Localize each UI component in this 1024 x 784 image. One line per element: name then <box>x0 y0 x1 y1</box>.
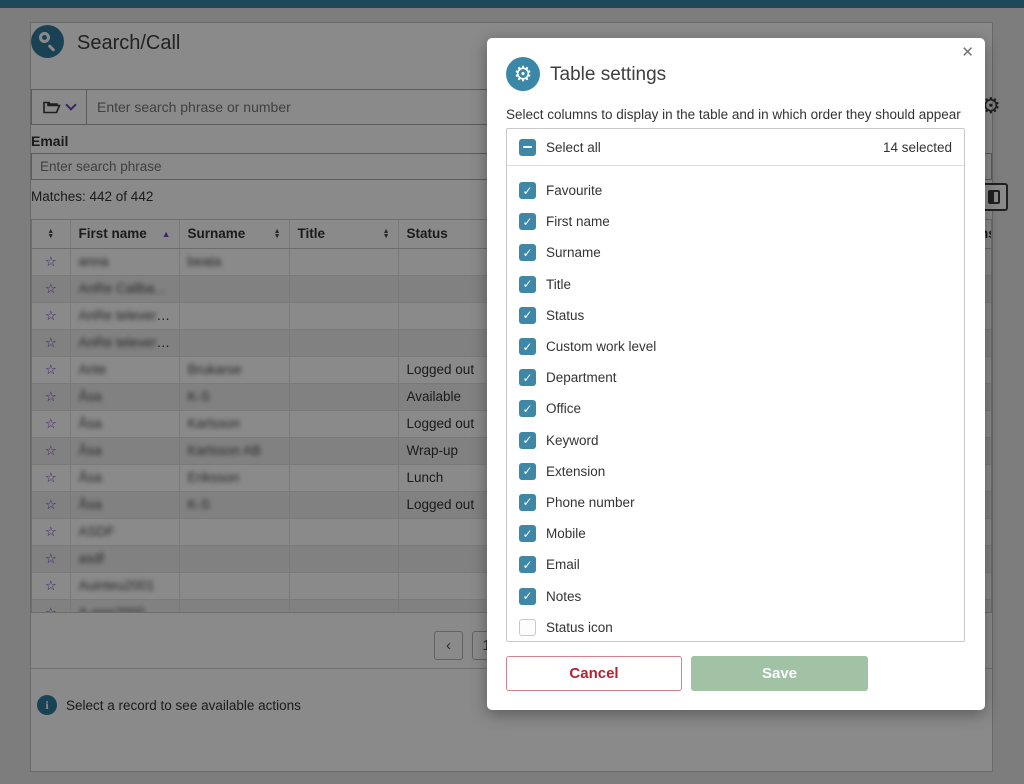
checked-checkbox[interactable]: ✓ <box>519 431 536 449</box>
checked-checkbox[interactable]: ✓ <box>519 275 536 293</box>
column-option-label: Keyword <box>546 432 599 448</box>
column-option-surname[interactable]: ✓ Surname <box>507 237 964 268</box>
checked-checkbox[interactable]: ✓ <box>519 556 536 574</box>
checked-checkbox[interactable]: ✓ <box>519 369 536 387</box>
column-option-label: Phone number <box>546 494 635 510</box>
column-option-status[interactable]: ✓ Status <box>507 300 964 331</box>
column-option-office[interactable]: ✓ Office <box>507 393 964 424</box>
modal-subtitle: Select columns to display in the table a… <box>506 107 961 122</box>
table-settings-modal: ✕ ⚙ Table settings Select columns to dis… <box>487 38 985 710</box>
column-option-keyword[interactable]: ✓ Keyword <box>507 425 964 456</box>
column-option-label: Title <box>546 276 572 292</box>
column-option-label: Status <box>546 307 585 323</box>
select-all-label: Select all <box>546 139 601 155</box>
column-option-label: Office <box>546 401 582 417</box>
column-option-email[interactable]: ✓ Email <box>507 549 964 580</box>
column-option-label: Favourite <box>546 183 603 199</box>
column-option-department[interactable]: ✓ Department <box>507 362 964 393</box>
column-option-mobile[interactable]: ✓ Mobile <box>507 518 964 549</box>
column-list: Select all 14 selected ✓ Favourite ✓ First … <box>506 128 965 642</box>
checked-checkbox[interactable]: ✓ <box>519 400 536 418</box>
checked-checkbox[interactable]: ✓ <box>519 462 536 480</box>
checked-checkbox[interactable]: ✓ <box>519 213 536 231</box>
checked-checkbox[interactable]: ✓ <box>519 182 536 200</box>
gear-icon: ⚙ <box>506 57 540 91</box>
modal-title: Table settings <box>550 64 667 85</box>
checked-checkbox[interactable]: ✓ <box>519 493 536 511</box>
checked-checkbox[interactable]: ✓ <box>519 525 536 543</box>
column-option-label: Surname <box>546 245 601 261</box>
column-option-extension[interactable]: ✓ Extension <box>507 456 964 487</box>
column-option-status-icon[interactable]: Status icon <box>507 612 964 641</box>
indeterminate-mark <box>523 145 532 149</box>
column-option-notes[interactable]: ✓ Notes <box>507 580 964 611</box>
column-option-label: Custom work level <box>546 339 657 355</box>
column-option-label: Status icon <box>546 619 613 635</box>
selected-count: 14 selected <box>882 139 952 155</box>
column-option-custom-work-level[interactable]: ✓ Custom work level <box>507 331 964 362</box>
cancel-button[interactable]: Cancel <box>506 656 682 691</box>
checked-checkbox[interactable]: ✓ <box>519 244 536 262</box>
modal-buttons: Cancel Save <box>506 656 868 691</box>
column-option-first-name[interactable]: ✓ First name <box>507 206 964 237</box>
save-button[interactable]: Save <box>691 656 868 691</box>
select-all-row[interactable]: Select all 14 selected <box>507 129 964 166</box>
column-option-label: Email <box>546 557 580 573</box>
close-icon[interactable]: ✕ <box>961 43 974 61</box>
column-option-label: Extension <box>546 463 606 479</box>
column-option-label: First name <box>546 214 610 230</box>
column-option-phone-number[interactable]: ✓ Phone number <box>507 487 964 518</box>
select-all-checkbox[interactable] <box>519 138 536 156</box>
column-option-favourite[interactable]: ✓ Favourite <box>507 175 964 206</box>
column-option-label: Mobile <box>546 526 586 542</box>
checked-checkbox[interactable]: ✓ <box>519 587 536 605</box>
screen: Search/Call ⚙ Email Matches: 442 of 442 … <box>0 0 1024 784</box>
checked-checkbox[interactable]: ✓ <box>519 306 536 324</box>
checked-checkbox[interactable]: ✓ <box>519 338 536 356</box>
column-option-label: Department <box>546 370 617 386</box>
column-option-label: Notes <box>546 588 582 604</box>
column-option-title[interactable]: ✓ Title <box>507 269 964 300</box>
unchecked-checkbox[interactable] <box>519 618 536 636</box>
